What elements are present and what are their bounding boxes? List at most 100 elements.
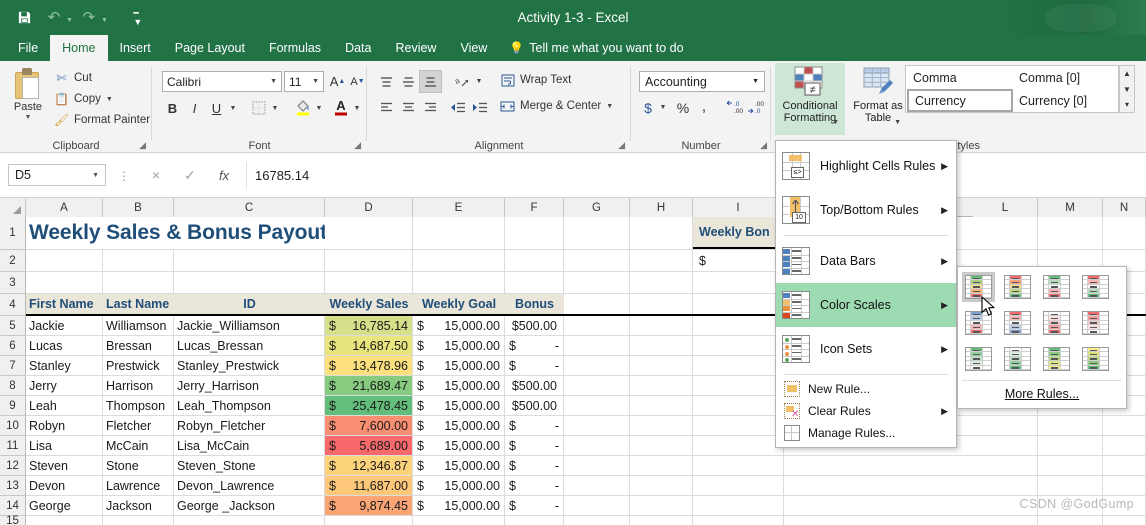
row-header-12[interactable]: 12 (0, 456, 26, 476)
cell-weekly-sales[interactable]: $16,785.14 (325, 316, 413, 335)
cell-G4[interactable] (564, 294, 630, 314)
font-name-dropdown-icon[interactable]: ▼ (270, 78, 277, 85)
column-header-d[interactable]: D (325, 198, 413, 217)
cell-H6[interactable] (630, 336, 693, 355)
red-white-color-scale[interactable] (1079, 308, 1112, 338)
cell-bonus[interactable]: $500.00 (505, 376, 564, 395)
customize-qat-icon[interactable]: ━ ▼ (124, 4, 152, 32)
align-left-icon[interactable] (375, 97, 397, 118)
cell-C2[interactable] (174, 250, 325, 271)
increase-font-size-icon[interactable]: A ▲ (328, 71, 347, 92)
cell-first[interactable]: Lisa (26, 436, 103, 455)
cell-A2[interactable] (26, 250, 103, 271)
borders-icon[interactable] (248, 97, 270, 119)
cell-first[interactable]: Jerry (26, 376, 103, 395)
row-header-6[interactable]: 6 (0, 336, 26, 356)
cell-styles-more-icon[interactable]: ▾ (1120, 97, 1134, 112)
underline-dropdown-icon[interactable]: ▼ (227, 97, 239, 119)
column-header-h[interactable]: H (630, 198, 693, 217)
cell-style-currency[interactable]: Currency (907, 89, 1013, 112)
copy-button[interactable]: 📋 Copy ▼ (54, 92, 113, 106)
cell-L12[interactable] (973, 456, 1038, 475)
menu-item-new-rule[interactable]: New Rule... (776, 378, 956, 400)
cell-G2[interactable] (564, 250, 630, 271)
cell-H8[interactable] (630, 376, 693, 395)
cell-I11[interactable] (693, 436, 784, 455)
undo-icon[interactable]: ↶ (40, 4, 68, 32)
row-header-4[interactable]: 4 (0, 294, 26, 316)
cell-M13[interactable] (1038, 476, 1103, 495)
cell-H11[interactable] (630, 436, 693, 455)
cell-N10[interactable] (1103, 416, 1146, 435)
cell-G11[interactable] (564, 436, 630, 455)
cell-row15-4[interactable] (413, 516, 505, 525)
cell-H1[interactable] (630, 217, 693, 249)
copy-dropdown-icon[interactable]: ▼ (106, 96, 113, 103)
cell-styles-scrollbar[interactable]: ▲ ▼ ▾ (1119, 65, 1135, 113)
cell-H9[interactable] (630, 396, 693, 415)
row-header-10[interactable]: 10 (0, 416, 26, 436)
cell-id[interactable]: Jerry_Harrison (174, 376, 325, 395)
column-header-n[interactable]: N (1103, 198, 1146, 217)
cell-N1[interactable] (1103, 217, 1146, 249)
cell-weekly-goal[interactable]: $15,000.00 (413, 376, 505, 395)
cell-first[interactable]: Stanley (26, 356, 103, 375)
green-white-color-scale[interactable] (962, 344, 995, 374)
cell-G8[interactable] (564, 376, 630, 395)
cell-style-currency-0[interactable]: Currency [0] (1013, 89, 1118, 112)
more-rules-button[interactable]: More Rules... (962, 380, 1122, 405)
cell-last[interactable]: McCain (103, 436, 174, 455)
cell-H4[interactable] (630, 294, 693, 314)
alignment-dialog-launcher[interactable]: ◢ (618, 140, 625, 151)
align-center-icon[interactable] (397, 97, 419, 118)
cell-E3[interactable] (413, 272, 505, 293)
column-header-m[interactable]: M (1038, 198, 1103, 217)
cell-A3[interactable] (26, 272, 103, 293)
cell-I3[interactable] (693, 272, 784, 293)
cell-weekly-goal[interactable]: $15,000.00 (413, 356, 505, 375)
cell-weekly-sales[interactable]: $12,346.87 (325, 456, 413, 475)
decrease-decimal-icon[interactable]: .0.00 (723, 96, 745, 118)
cell-I9[interactable] (693, 396, 784, 415)
number-format-dropdown-icon[interactable]: ▼ (752, 78, 759, 85)
cell-G7[interactable] (564, 356, 630, 375)
cell-bonus[interactable]: $ - (505, 416, 564, 435)
enter-icon[interactable]: ✓ (176, 165, 204, 185)
column-header-c[interactable]: C (174, 198, 325, 217)
cell-last[interactable]: Williamson (103, 316, 174, 335)
cell-H13[interactable] (630, 476, 693, 495)
cell-style-comma[interactable]: Comma (907, 67, 1013, 89)
cell-B3[interactable] (103, 272, 174, 293)
cell-F2[interactable] (505, 250, 564, 271)
cell-id[interactable]: Leah_Thompson (174, 396, 325, 415)
tab-insert[interactable]: Insert (108, 35, 163, 61)
cell-weekly-goal[interactable]: $15,000.00 (413, 436, 505, 455)
cell-F3[interactable] (505, 272, 564, 293)
tab-file[interactable]: File (6, 35, 50, 61)
cell-G9[interactable] (564, 396, 630, 415)
font-color-dropdown-icon[interactable]: ▼ (351, 97, 363, 119)
accounting-format-button[interactable]: $ (639, 97, 657, 118)
cell-M12[interactable] (1038, 456, 1103, 475)
row-header-11[interactable]: 11 (0, 436, 26, 456)
cell-row15-11[interactable] (1103, 516, 1146, 525)
cell-id[interactable]: Devon_Lawrence (174, 476, 325, 495)
redo-icon[interactable]: ↷ (75, 4, 103, 32)
conditional-formatting-button[interactable]: ≠ Conditional Formatting ▼ (775, 63, 845, 135)
tell-me-box[interactable]: 💡 Tell me what you want to do (499, 35, 683, 61)
green-white-red-color-scale[interactable] (1040, 272, 1073, 302)
column-header-a[interactable]: A (26, 198, 103, 217)
cell-weekly-sales[interactable]: $11,687.00 (325, 476, 413, 495)
cell-bonus[interactable]: $500.00 (505, 396, 564, 415)
green-yellow-red-color-scale[interactable] (962, 272, 995, 302)
save-icon[interactable] (10, 4, 38, 32)
fill-color-dropdown-icon[interactable]: ▼ (313, 97, 325, 119)
insert-function-icon[interactable]: fx (210, 165, 238, 185)
cell-id[interactable]: Lucas_Bressan (174, 336, 325, 355)
cell-I7[interactable] (693, 356, 784, 375)
menu-item-data-bars[interactable]: Data Bars ▶ (776, 239, 956, 283)
cell-last[interactable]: Harrison (103, 376, 174, 395)
column-header-l[interactable]: L (973, 198, 1038, 217)
paste-button[interactable]: Paste ▼ (6, 65, 50, 135)
align-top-icon[interactable] (375, 71, 397, 92)
